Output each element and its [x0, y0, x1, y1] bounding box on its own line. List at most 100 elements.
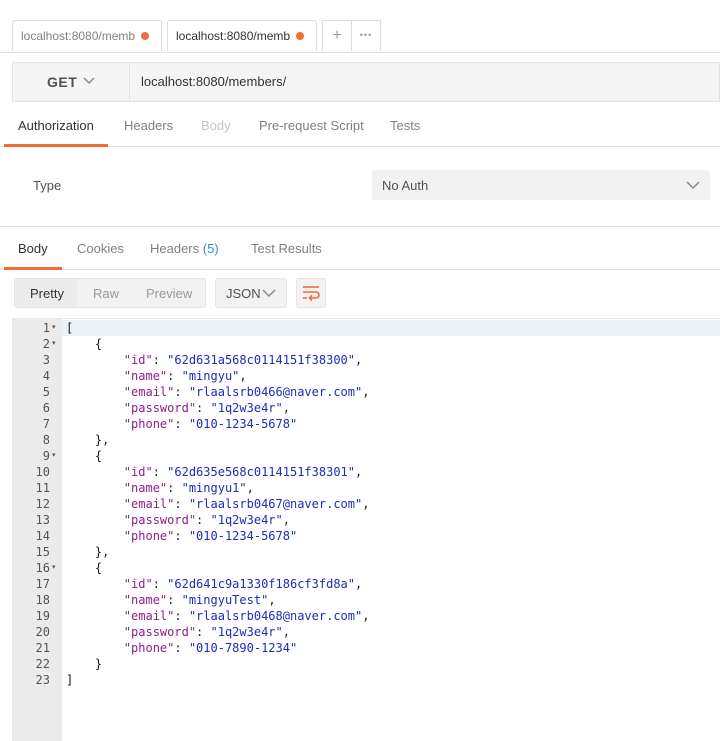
json-string: "010-1234-5678" [188, 417, 298, 431]
response-body-editor[interactable]: 1 ▾[2 ▾ {3 "id": "62d631a568c0114151f38300… [12, 318, 720, 741]
line-number: 1 [42, 321, 50, 335]
json-punctuation: : [196, 513, 211, 527]
code-line: [ [66, 320, 73, 336]
json-punctuation: : [152, 577, 168, 591]
line-number: 19 [35, 609, 50, 623]
json-punctuation: : [196, 401, 211, 415]
headers-count-badge: (5) [202, 241, 219, 256]
json-key: "id" [123, 577, 153, 591]
fold-toggle-icon[interactable]: ▾ [52, 448, 60, 464]
fold-toggle-icon[interactable]: ▾ [52, 336, 60, 352]
fold-toggle-icon[interactable]: ▾ [52, 320, 60, 336]
json-punctuation: : [167, 481, 182, 495]
json-punctuation: : [174, 609, 189, 623]
json-key: "name" [123, 369, 168, 383]
tab-response-headers[interactable]: Headers (5) [150, 229, 219, 269]
tab-tests[interactable]: Tests [390, 106, 420, 146]
wrap-lines-icon [303, 286, 320, 302]
json-string: "010-1234-5678" [188, 529, 298, 543]
line-number: 12 [35, 497, 50, 511]
plus-icon: + [332, 27, 342, 44]
unsaved-dot-icon [141, 32, 149, 40]
code-line: "id": "62d635e568c0114151f38301", [66, 464, 362, 480]
view-preview-button[interactable]: Preview [146, 286, 192, 301]
line-number: 10 [35, 465, 50, 479]
line-number: 3 [42, 353, 50, 367]
request-tab[interactable]: localhost:8080/memb [12, 20, 162, 51]
json-punctuation: { [66, 337, 103, 351]
json-punctuation: , [355, 353, 363, 367]
json-string: "62d641c9a1330f186cf3fd8a" [167, 577, 355, 591]
json-punctuation [66, 577, 124, 591]
json-punctuation: }, [66, 433, 110, 447]
request-tab-active[interactable]: localhost:8080/memb [167, 20, 317, 51]
request-tab-label: localhost:8080/memb [21, 29, 136, 43]
json-punctuation: , [362, 497, 370, 511]
tab-more-button[interactable]: ••• [351, 20, 381, 51]
json-punctuation: : [167, 593, 182, 607]
ellipsis-icon: ••• [359, 30, 373, 40]
json-punctuation: , [239, 369, 247, 383]
code-line: "name": "mingyu1", [66, 480, 254, 496]
tab-headers[interactable]: Headers [124, 106, 173, 146]
tab-cookies[interactable]: Cookies [77, 229, 124, 269]
url-input[interactable]: localhost:8080/members/ [141, 74, 286, 89]
json-punctuation [66, 481, 124, 495]
divider [0, 226, 720, 227]
json-string: "rlaalsrb0467@naver.com" [188, 497, 363, 511]
new-tab-button[interactable]: + [322, 20, 352, 51]
tab-pre-request-script[interactable]: Pre-request Script [259, 106, 364, 146]
tab-authorization[interactable]: Authorization [4, 106, 108, 147]
json-string: "rlaalsrb0468@naver.com" [188, 609, 363, 623]
wrap-lines-button[interactable] [296, 278, 326, 308]
view-raw-button[interactable]: Raw [93, 286, 119, 301]
view-pretty-button[interactable]: Pretty [30, 286, 64, 301]
method-label: GET [47, 74, 78, 90]
json-punctuation: , [282, 401, 290, 415]
line-number: 2 [42, 337, 50, 351]
method-selector[interactable]: GET [13, 63, 130, 101]
json-key: "password" [123, 401, 197, 415]
json-punctuation: , [362, 609, 370, 623]
json-key: "email" [123, 609, 175, 623]
fold-toggle-icon[interactable]: ▾ [52, 560, 60, 576]
json-punctuation: [ [66, 321, 74, 335]
line-number: 7 [42, 417, 50, 431]
format-select[interactable]: JSON [215, 278, 287, 308]
json-punctuation [66, 465, 124, 479]
line-number: 16 [35, 561, 50, 575]
json-punctuation: , [362, 385, 370, 399]
code-line: "password": "1q2w3e4r", [66, 400, 290, 416]
code-line: "phone": "010-1234-5678" [66, 528, 297, 544]
json-punctuation: : [152, 465, 168, 479]
json-key: "phone" [123, 417, 175, 431]
json-string: "1q2w3e4r" [210, 513, 283, 527]
json-punctuation [66, 385, 124, 399]
code-line: "id": "62d631a568c0114151f38300", [66, 352, 362, 368]
json-punctuation: : [174, 385, 189, 399]
tab-test-results[interactable]: Test Results [251, 229, 322, 269]
tab-response-body[interactable]: Body [4, 229, 62, 270]
line-number: 23 [35, 673, 50, 687]
json-key: "name" [123, 481, 168, 495]
json-punctuation: : [167, 369, 182, 383]
json-punctuation: , [282, 625, 290, 639]
code-line: "name": "mingyu", [66, 368, 247, 384]
json-punctuation [66, 497, 124, 511]
json-string: "mingyu1" [181, 481, 247, 495]
json-punctuation [66, 529, 124, 543]
json-string: "62d635e568c0114151f38301" [167, 465, 355, 479]
json-punctuation: }, [66, 545, 110, 559]
code-line: { [66, 560, 102, 576]
line-number: 11 [35, 481, 50, 495]
json-punctuation: { [66, 449, 103, 463]
auth-type-select[interactable]: No Auth [372, 170, 710, 200]
line-number: 9 [42, 449, 50, 463]
json-punctuation: { [66, 561, 103, 575]
code-line: "email": "rlaalsrb0466@naver.com", [66, 384, 370, 400]
tab-body[interactable]: Body [201, 106, 231, 146]
json-punctuation: : [174, 529, 189, 543]
json-key: "id" [123, 353, 153, 367]
format-value: JSON [226, 286, 261, 301]
json-key: "name" [123, 593, 168, 607]
